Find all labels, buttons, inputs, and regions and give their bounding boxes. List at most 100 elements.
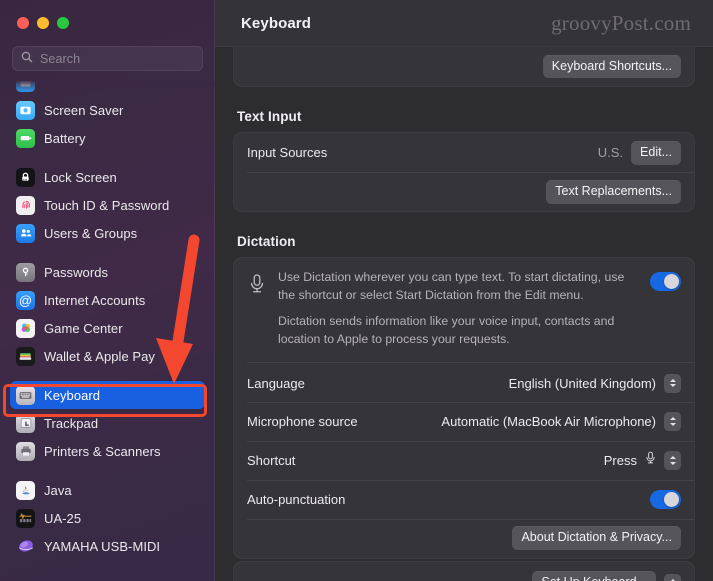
dictation-toggle[interactable] — [650, 272, 681, 291]
sidebar-item-ua-25[interactable]: UA-25 — [10, 504, 205, 532]
sidebar-item-label: Touch ID & Password — [44, 197, 170, 213]
sidebar-item-label: Passwords — [44, 264, 109, 280]
sidebar: Search Screen Saver Battery Lock Screen … — [0, 0, 215, 581]
search-box[interactable]: Search — [12, 46, 203, 71]
sidebar-group-separator — [10, 465, 205, 476]
about-dictation-row: About Dictation & Privacy... — [234, 519, 694, 557]
sidebar-item-game-center[interactable]: Game Center — [10, 314, 205, 342]
internet-accounts-at-icon: @ — [16, 290, 35, 310]
auto-punctuation-right — [650, 490, 681, 509]
watermark: groovyPost.com — [551, 10, 691, 35]
auto-punctuation-toggle[interactable] — [650, 490, 681, 509]
touch-id-icon — [16, 195, 35, 215]
wallet-icon — [16, 346, 35, 366]
sidebar-item-passwords[interactable]: Passwords — [10, 258, 205, 286]
shortcut-value: Press — [603, 453, 637, 469]
auto-punctuation-label: Auto-punctuation — [247, 492, 346, 508]
sidebar-item-label: Game Center — [44, 320, 123, 336]
sidebar-item-java[interactable]: Java — [10, 476, 205, 504]
keyboard-icon — [16, 385, 35, 405]
set-up-keyboard-button[interactable]: Set Up Keyboard... — [532, 571, 656, 581]
language-stepper-icon[interactable] — [664, 373, 681, 393]
bottom-stepper-icon[interactable] — [664, 573, 681, 581]
input-sources-right: U.S. Edit... — [597, 141, 681, 165]
dictation-description-1: Use Dictation wherever you can type text… — [278, 270, 625, 302]
input-sources-label: Input Sources — [247, 145, 328, 161]
settings-content[interactable]: Keyboard Shortcuts... Text Input Input S… — [215, 47, 713, 581]
dictation-shortcut-row: Shortcut Press — [234, 441, 694, 480]
toggle-knob — [664, 273, 680, 290]
bottom-partial-card: Set Up Keyboard... — [233, 561, 695, 581]
sidebar-item-label: Users & Groups — [44, 225, 138, 241]
sidebar-item-users-groups[interactable]: Users & Groups — [10, 219, 205, 247]
sidebar-item-label: UA-25 — [44, 510, 82, 526]
microphone-source-control[interactable]: Automatic (MacBook Air Microphone) — [441, 412, 681, 432]
game-center-icon — [16, 318, 35, 338]
lock-screen-icon — [16, 167, 35, 187]
shortcut-control[interactable]: Press — [603, 451, 681, 471]
sidebar-item-label: YAMAHA USB-MIDI — [44, 538, 161, 554]
sidebar-item-label: Internet Accounts — [44, 292, 146, 308]
about-dictation-privacy-button[interactable]: About Dictation & Privacy... — [512, 526, 681, 550]
minimize-button[interactable] — [37, 17, 49, 29]
search-input[interactable]: Search — [40, 52, 80, 66]
dictation-card: Use Dictation wherever you can type text… — [233, 257, 695, 559]
microphone-source-stepper-icon[interactable] — [664, 412, 681, 432]
window-controls — [0, 0, 215, 46]
sidebar-item-label: Java — [44, 482, 72, 498]
sidebar-item-wallet-apple-pay[interactable]: Wallet & Apple Pay — [10, 342, 205, 370]
auto-punctuation-row: Auto-punctuation — [234, 480, 694, 519]
ua25-icon — [16, 508, 35, 528]
toggle-knob — [664, 492, 680, 508]
sidebar-item-internet-accounts[interactable]: @ Internet Accounts — [10, 286, 205, 314]
keyboard-shortcuts-button[interactable]: Keyboard Shortcuts... — [542, 55, 681, 79]
text-input-card: Input Sources U.S. Edit... Text Replacem… — [233, 132, 695, 213]
sidebar-item-yamaha-usb-midi[interactable]: YAMAHA USB-MIDI — [10, 532, 205, 560]
dictation-description-row: Use Dictation wherever you can type text… — [234, 258, 694, 352]
sidebar-item-lock-screen[interactable]: Lock Screen — [10, 163, 205, 191]
page-title: Keyboard — [241, 14, 311, 32]
language-value: English (United Kingdom) — [508, 375, 656, 391]
language-label: Language — [247, 375, 305, 391]
microphone-source-label: Microphone source — [247, 414, 358, 430]
text-replacements-row: Text Replacements... — [234, 172, 694, 211]
shortcut-stepper-icon[interactable] — [664, 451, 681, 471]
input-sources-row: Input Sources U.S. Edit... — [234, 133, 694, 172]
dictation-toggle-wrap — [650, 269, 681, 291]
language-control[interactable]: English (United Kingdom) — [508, 373, 681, 393]
sidebar-item-label: Wallet & Apple Pay — [44, 348, 155, 364]
sidebar-item-appearance[interactable] — [10, 81, 205, 96]
microphone-icon — [248, 273, 266, 300]
microphone-source-value: Automatic (MacBook Air Microphone) — [441, 414, 656, 430]
sidebar-item-trackpad[interactable]: Trackpad — [10, 409, 205, 437]
sidebar-item-printers-scanners[interactable]: Printers & Scanners — [10, 437, 205, 465]
dictation-language-row: Language English (United Kingdom) — [234, 363, 694, 402]
sidebar-scroll-area[interactable]: Screen Saver Battery Lock Screen Touch I… — [0, 81, 215, 581]
close-button[interactable] — [17, 17, 29, 29]
input-sources-value: U.S. — [597, 145, 624, 161]
mic-glyph-icon — [645, 451, 656, 470]
battery-icon — [16, 128, 35, 148]
edit-input-sources-button[interactable]: Edit... — [631, 141, 681, 165]
users-groups-icon — [16, 223, 35, 243]
sidebar-item-label: Lock Screen — [44, 169, 117, 185]
screen-saver-icon — [16, 100, 35, 120]
sidebar-item-screen-saver[interactable]: Screen Saver — [10, 96, 205, 124]
zoom-button[interactable] — [57, 17, 69, 29]
titlebar: Keyboard groovyPost.com — [215, 0, 713, 47]
settings-window: Search Screen Saver Battery Lock Screen … — [0, 0, 713, 581]
trackpad-icon — [16, 413, 35, 433]
appearance-icon — [16, 81, 35, 92]
sidebar-item-keyboard[interactable]: Keyboard — [10, 381, 205, 409]
sidebar-group-separator — [10, 370, 205, 381]
sidebar-item-label: Printers & Scanners — [44, 443, 161, 459]
dictation-description-2: Dictation sends information like your vo… — [278, 314, 615, 346]
sidebar-item-touch-id[interactable]: Touch ID & Password — [10, 191, 205, 219]
keyboard-shortcuts-row: Keyboard Shortcuts... — [234, 48, 694, 86]
sidebar-item-battery[interactable]: Battery — [10, 124, 205, 152]
yamaha-usb-midi-icon — [16, 537, 35, 556]
text-input-section-title: Text Input — [237, 109, 302, 125]
sidebar-item-label: Keyboard — [44, 387, 101, 403]
sidebar-item-label: Trackpad — [44, 415, 99, 431]
text-replacements-button[interactable]: Text Replacements... — [546, 180, 681, 204]
